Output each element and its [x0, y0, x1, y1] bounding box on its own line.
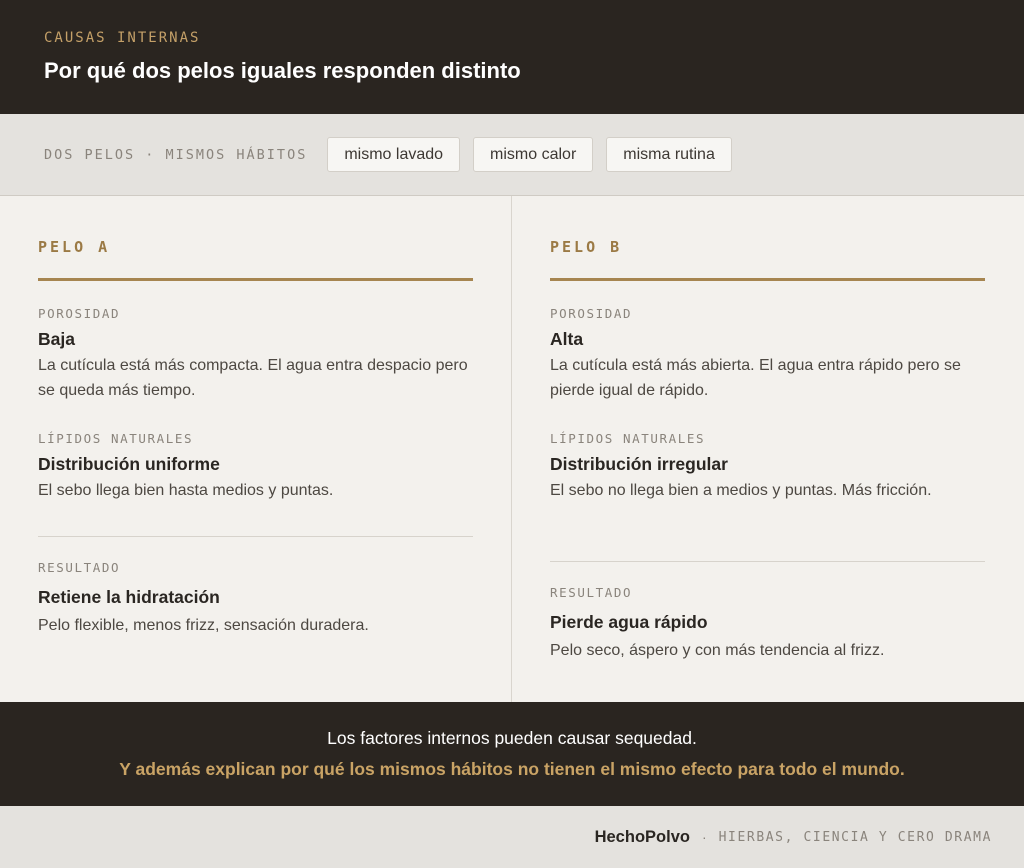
result-label: RESULTADO [550, 585, 633, 600]
column-pelo-a: PELO A POROSIDAD Baja La cutícula está m… [0, 196, 512, 702]
conditions-strip: DOS PELOS · MISMOS HÁBITOS mismo lavado … [0, 114, 1024, 196]
lipids-value: Distribución uniforme [38, 454, 220, 474]
lipids-value: Distribución irregular [550, 454, 728, 474]
column-title: PELO A [38, 238, 111, 256]
porosity-desc: La cutícula está más compacta. El agua e… [38, 357, 468, 399]
result-block: RESULTADO Pierde agua rápido Pelo seco, … [550, 585, 985, 663]
column-pelo-b: PELO B POROSIDAD Alta La cutícula está m… [512, 196, 1024, 702]
porosity-desc: La cutícula está más abierta. El agua en… [550, 357, 961, 399]
result-desc: Pelo seco, áspero y con más tendencia al… [550, 642, 885, 659]
lipids-desc: El sebo llega bien hasta medios y puntas… [38, 482, 334, 499]
page-title: Por qué dos pelos iguales responden dist… [44, 58, 521, 83]
column-rule [550, 278, 985, 281]
conclusion-band: Los factores internos pueden causar sequ… [0, 702, 1024, 806]
porosity-block: POROSIDAD Baja La cutícula está más comp… [38, 306, 473, 403]
footer-separator: · [701, 829, 707, 845]
result-block: RESULTADO Retiene la hidratación Pelo fl… [38, 560, 473, 638]
brand-tagline: HIERBAS, CIENCIA Y CERO DRAMA [718, 829, 992, 845]
porosity-value: Baja [38, 329, 75, 349]
chip-mismo-calor: mismo calor [473, 137, 594, 172]
porosity-label: POROSIDAD [550, 306, 633, 321]
result-label: RESULTADO [38, 560, 121, 575]
porosity-block: POROSIDAD Alta La cutícula está más abie… [550, 306, 985, 403]
header: CAUSAS INTERNAS Por qué dos pelos iguale… [0, 0, 1024, 114]
lipids-block: LÍPIDOS NATURALES Distribución uniforme … [38, 431, 473, 503]
divider [550, 561, 985, 562]
conclusion-line-2: Y además explican por qué los mismos háb… [119, 759, 905, 779]
column-rule [38, 278, 473, 281]
lipids-label: LÍPIDOS NATURALES [38, 431, 194, 446]
result-value: Pierde agua rápido [550, 612, 708, 632]
strip-label: DOS PELOS · MISMOS HÁBITOS [44, 146, 308, 163]
footer: HechoPolvo · HIERBAS, CIENCIA Y CERO DRA… [0, 806, 1024, 868]
divider [38, 536, 473, 537]
lipids-desc: El sebo no llega bien a medios y puntas.… [550, 482, 932, 499]
result-desc: Pelo flexible, menos frizz, sensación du… [38, 617, 369, 634]
porosity-label: POROSIDAD [38, 306, 121, 321]
lipids-block: LÍPIDOS NATURALES Distribución irregular… [550, 431, 985, 503]
porosity-value: Alta [550, 329, 584, 349]
comparison-columns: PELO A POROSIDAD Baja La cutícula está m… [0, 196, 1024, 702]
brand-name: HechoPolvo [594, 827, 690, 846]
lipids-label: LÍPIDOS NATURALES [550, 431, 706, 446]
section-kicker: CAUSAS INTERNAS [44, 30, 201, 46]
conclusion-line-1: Los factores internos pueden causar sequ… [327, 728, 697, 748]
chip-misma-rutina: misma rutina [606, 137, 732, 172]
result-value: Retiene la hidratación [38, 587, 220, 607]
column-title: PELO B [550, 238, 623, 256]
chip-mismo-lavado: mismo lavado [327, 137, 461, 172]
